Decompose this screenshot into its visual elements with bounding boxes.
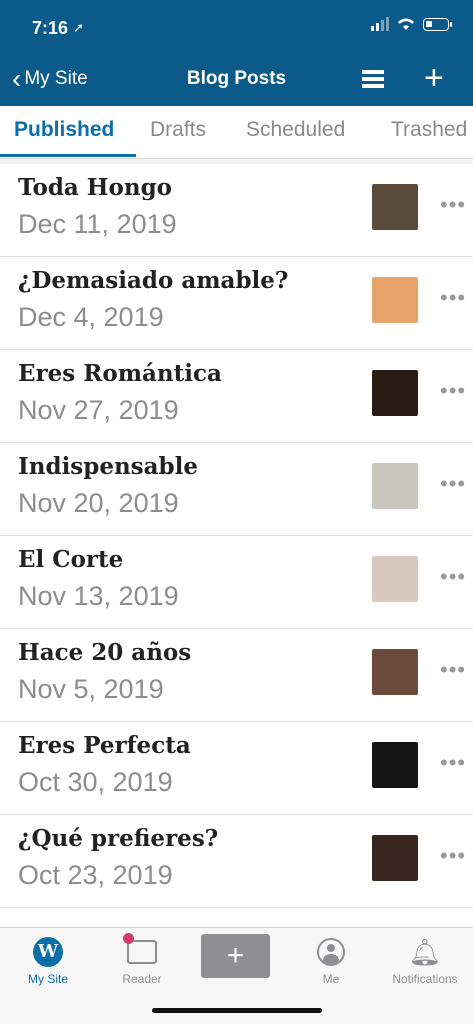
post-date: Nov 27, 2019 [18, 395, 179, 425]
wifi-icon [398, 18, 414, 30]
add-post-icon[interactable]: + [424, 61, 444, 95]
post-row[interactable]: ¿Demasiado amable? Dec 4, 2019 ••• [0, 257, 473, 350]
more-options-icon[interactable]: ••• [440, 843, 466, 869]
tab-reader[interactable]: Reader [102, 933, 182, 986]
tab-scheduled[interactable]: Scheduled [246, 118, 345, 142]
more-options-icon[interactable]: ••• [440, 192, 466, 218]
more-options-icon[interactable]: ••• [440, 471, 466, 497]
post-title: Eres Romántica [18, 360, 222, 387]
post-date: Dec 4, 2019 [18, 302, 164, 332]
post-row[interactable]: Toda Hongo Dec 11, 2019 ••• [0, 164, 473, 257]
post-title: Indispensable [18, 453, 198, 480]
more-options-icon[interactable]: ••• [440, 750, 466, 776]
tab-me[interactable]: Me [291, 934, 371, 986]
post-thumbnail [372, 463, 418, 509]
status-bar: 7:16 ➚ [0, 0, 473, 56]
post-title: Hace 20 años [18, 639, 192, 666]
post-thumbnail [372, 556, 418, 602]
navigation-bar: ‹ My Site Blog Posts + [0, 56, 473, 106]
compose-button[interactable]: + [201, 934, 270, 978]
post-list: Toda Hongo Dec 11, 2019 ••• ¿Demasiado amab… [0, 164, 473, 928]
post-date: Nov 5, 2019 [18, 674, 164, 704]
tab-published[interactable]: Published [14, 118, 114, 142]
tab-notifications[interactable]: 🔔︎ Notifications [385, 934, 465, 987]
post-title: ¿Qué prefieres? [18, 825, 219, 852]
battery-icon [423, 17, 452, 31]
tab-my-site-label: My Site [27, 972, 68, 986]
post-row-partial [0, 908, 473, 928]
post-title: El Corte [18, 546, 124, 573]
post-date: Nov 20, 2019 [18, 488, 179, 518]
post-row[interactable]: Indispensable Nov 20, 2019 ••• [0, 443, 473, 536]
status-indicators [371, 17, 452, 31]
notification-dot [123, 933, 134, 944]
location-icon: ➚ [73, 20, 84, 35]
signal-icon [371, 17, 389, 31]
home-indicator [152, 1008, 322, 1013]
status-time: 7:16 [32, 18, 69, 38]
post-row[interactable]: El Corte Nov 13, 2019 ••• [0, 536, 473, 629]
more-options-icon[interactable]: ••• [440, 657, 466, 683]
post-thumbnail [372, 835, 418, 881]
tab-trashed[interactable]: Trashed [391, 118, 467, 142]
post-thumbnail [372, 277, 418, 323]
more-options-icon[interactable]: ••• [440, 378, 466, 404]
tab-my-site[interactable]: W My Site [8, 934, 88, 986]
tab-drafts[interactable]: Drafts [150, 118, 206, 142]
post-thumbnail [372, 370, 418, 416]
profile-icon [317, 938, 345, 966]
post-date: Oct 30, 2019 [18, 767, 173, 797]
post-thumbnail [372, 742, 418, 788]
post-filter-tabs: Published Drafts Scheduled Trashed [0, 106, 473, 159]
tab-me-label: Me [322, 972, 340, 986]
page-title: Blog Posts [186, 68, 287, 89]
post-date: Oct 23, 2019 [18, 860, 173, 890]
wordpress-icon: W [33, 937, 63, 967]
post-thumbnail [372, 649, 418, 695]
tab-reader-label: Reader [122, 972, 162, 986]
post-thumbnail [372, 184, 418, 230]
post-title: Eres Perfecta [18, 732, 191, 759]
tab-notifications-label: Notifications [392, 972, 458, 986]
reader-icon [123, 933, 157, 964]
more-options-icon[interactable]: ••• [440, 564, 466, 590]
post-title: ¿Demasiado amable? [18, 267, 289, 294]
active-tab-indicator [0, 154, 136, 157]
post-date: Dec 11, 2019 [18, 209, 177, 239]
more-options-icon[interactable]: ••• [440, 285, 466, 311]
app-header: 7:16 ➚ ‹ My Site Blog Posts + [0, 0, 473, 106]
bell-icon: 🔔︎ [408, 936, 442, 967]
list-view-icon[interactable] [362, 70, 384, 90]
post-title: Toda Hongo [18, 174, 173, 201]
post-row[interactable]: Eres Perfecta Oct 30, 2019 ••• [0, 722, 473, 815]
post-row[interactable]: Eres Romántica Nov 27, 2019 ••• [0, 350, 473, 443]
post-date: Nov 13, 2019 [18, 581, 179, 611]
post-row[interactable]: Hace 20 años Nov 5, 2019 ••• [0, 629, 473, 722]
post-row[interactable]: ¿Qué prefieres? Oct 23, 2019 ••• [0, 815, 473, 908]
